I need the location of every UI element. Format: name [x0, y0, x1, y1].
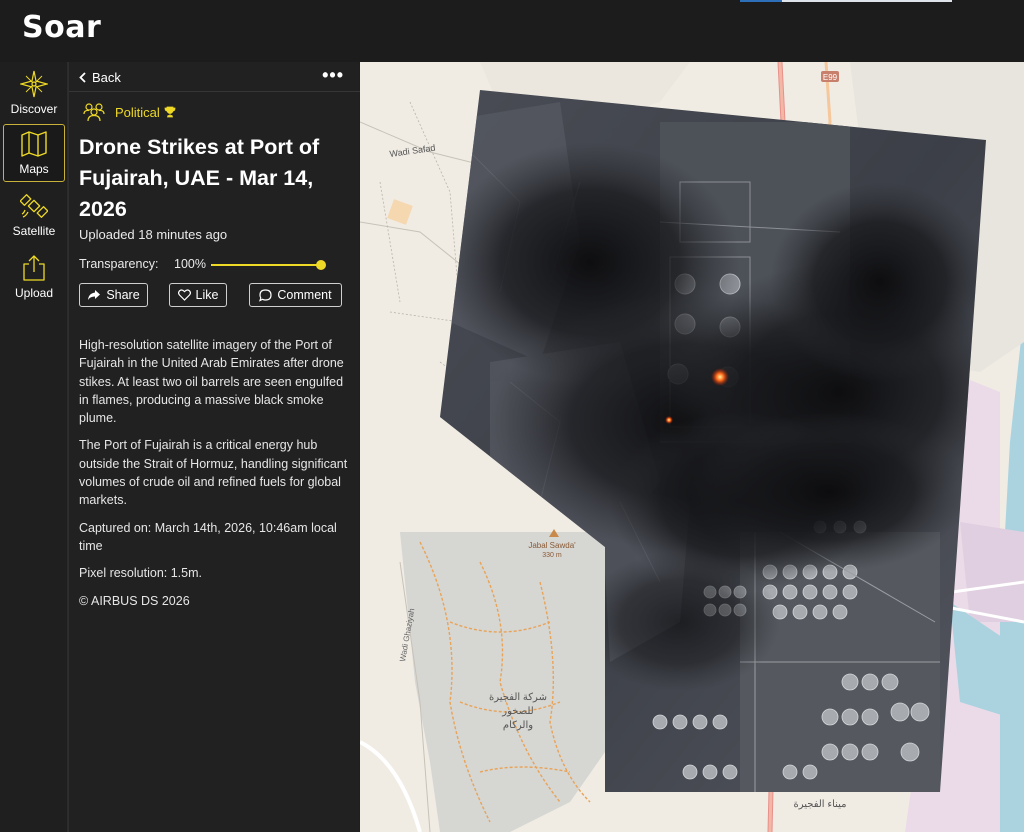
- nav-item-upload[interactable]: Upload: [3, 248, 65, 306]
- share-button[interactable]: Share: [79, 283, 148, 307]
- capture-date: Captured on: March 14th, 2026, 10:46am l…: [79, 520, 337, 553]
- peak-height-label: 330 m: [542, 552, 562, 559]
- comment-label: Comment: [277, 288, 332, 302]
- copyright: © AIRBUS DS 2026: [79, 593, 190, 608]
- share-icon: [88, 290, 101, 300]
- nav-item-discover[interactable]: Discover: [3, 64, 65, 122]
- top-bar: Soar: [0, 0, 1024, 62]
- transparency-slider[interactable]: [211, 260, 326, 270]
- share-label: Share: [106, 288, 140, 302]
- quarry-label: شركة الفجيرة: [489, 692, 547, 703]
- nav-label-satellite: Satellite: [12, 224, 56, 238]
- heart-icon: [177, 289, 191, 301]
- like-label: Like: [195, 288, 219, 302]
- description-paragraph: High-resolution satellite imagery of the…: [79, 338, 344, 426]
- pixel-resolution: Pixel resolution: 1.5m.: [79, 566, 202, 581]
- transparency-control: Transparency: 100%: [79, 256, 349, 274]
- map-description: High-resolution satellite imagery of the…: [79, 336, 349, 619]
- comment-icon: [259, 288, 273, 302]
- logo-text: Soar: [22, 10, 102, 45]
- nav-item-satellite[interactable]: Satellite: [3, 186, 65, 244]
- trophy-icon: [164, 106, 176, 118]
- port-label: ميناء الفجيرة: [793, 799, 846, 810]
- road-label-e99: E99: [823, 73, 838, 82]
- nav-item-maps[interactable]: Maps: [3, 124, 65, 182]
- compass-star-icon: [20, 70, 48, 98]
- transparency-value: 100%: [174, 257, 206, 271]
- quarry-label: والركام: [503, 720, 533, 731]
- quarry-label: للصخور: [501, 706, 533, 717]
- fire-spot: [711, 368, 729, 386]
- nav-label-discover: Discover: [10, 102, 58, 116]
- description-paragraph: The Port of Fujairah is a critical energ…: [79, 438, 348, 508]
- fire-spot: [665, 416, 673, 424]
- map-icon: [21, 131, 47, 157]
- upload-icon: [23, 255, 45, 281]
- soar-logo[interactable]: Soar: [22, 10, 101, 45]
- map-details-panel: Back ••• Political Drone Strikes at Port…: [68, 62, 360, 832]
- chevron-left-icon: [79, 72, 86, 83]
- slider-thumb[interactable]: [316, 260, 326, 270]
- industrial-zone: [960, 522, 1024, 622]
- map-canvas[interactable]: E99 Wadi Safad Jabal Sawda' 330 m Wadi G…: [360, 62, 1024, 832]
- nav-label-maps: Maps: [19, 162, 49, 176]
- nav-label-upload: Upload: [14, 286, 54, 300]
- peak-name-label: Jabal Sawda': [528, 541, 576, 550]
- back-label: Back: [92, 70, 121, 85]
- back-button[interactable]: Back: [79, 70, 121, 85]
- left-navigation-rail: Discover Maps Satellite Upload: [0, 62, 68, 832]
- category-label: Political: [115, 104, 160, 120]
- map-title: Drone Strikes at Port of Fujairah, UAE -…: [79, 135, 320, 221]
- comment-button[interactable]: Comment: [249, 283, 342, 307]
- map-view[interactable]: E99 Wadi Safad Jabal Sawda' 330 m Wadi G…: [360, 62, 1024, 832]
- transparency-label: Transparency:: [79, 257, 159, 271]
- panel-header: Back •••: [69, 62, 360, 92]
- satellite-icon: [20, 194, 48, 218]
- category-row[interactable]: Political: [83, 102, 176, 122]
- upload-time: Uploaded 18 minutes ago: [79, 227, 228, 242]
- more-options-button[interactable]: •••: [322, 65, 344, 86]
- like-button[interactable]: Like: [169, 283, 227, 307]
- top-accent-bar: [740, 0, 952, 2]
- people-icon: [83, 103, 105, 122]
